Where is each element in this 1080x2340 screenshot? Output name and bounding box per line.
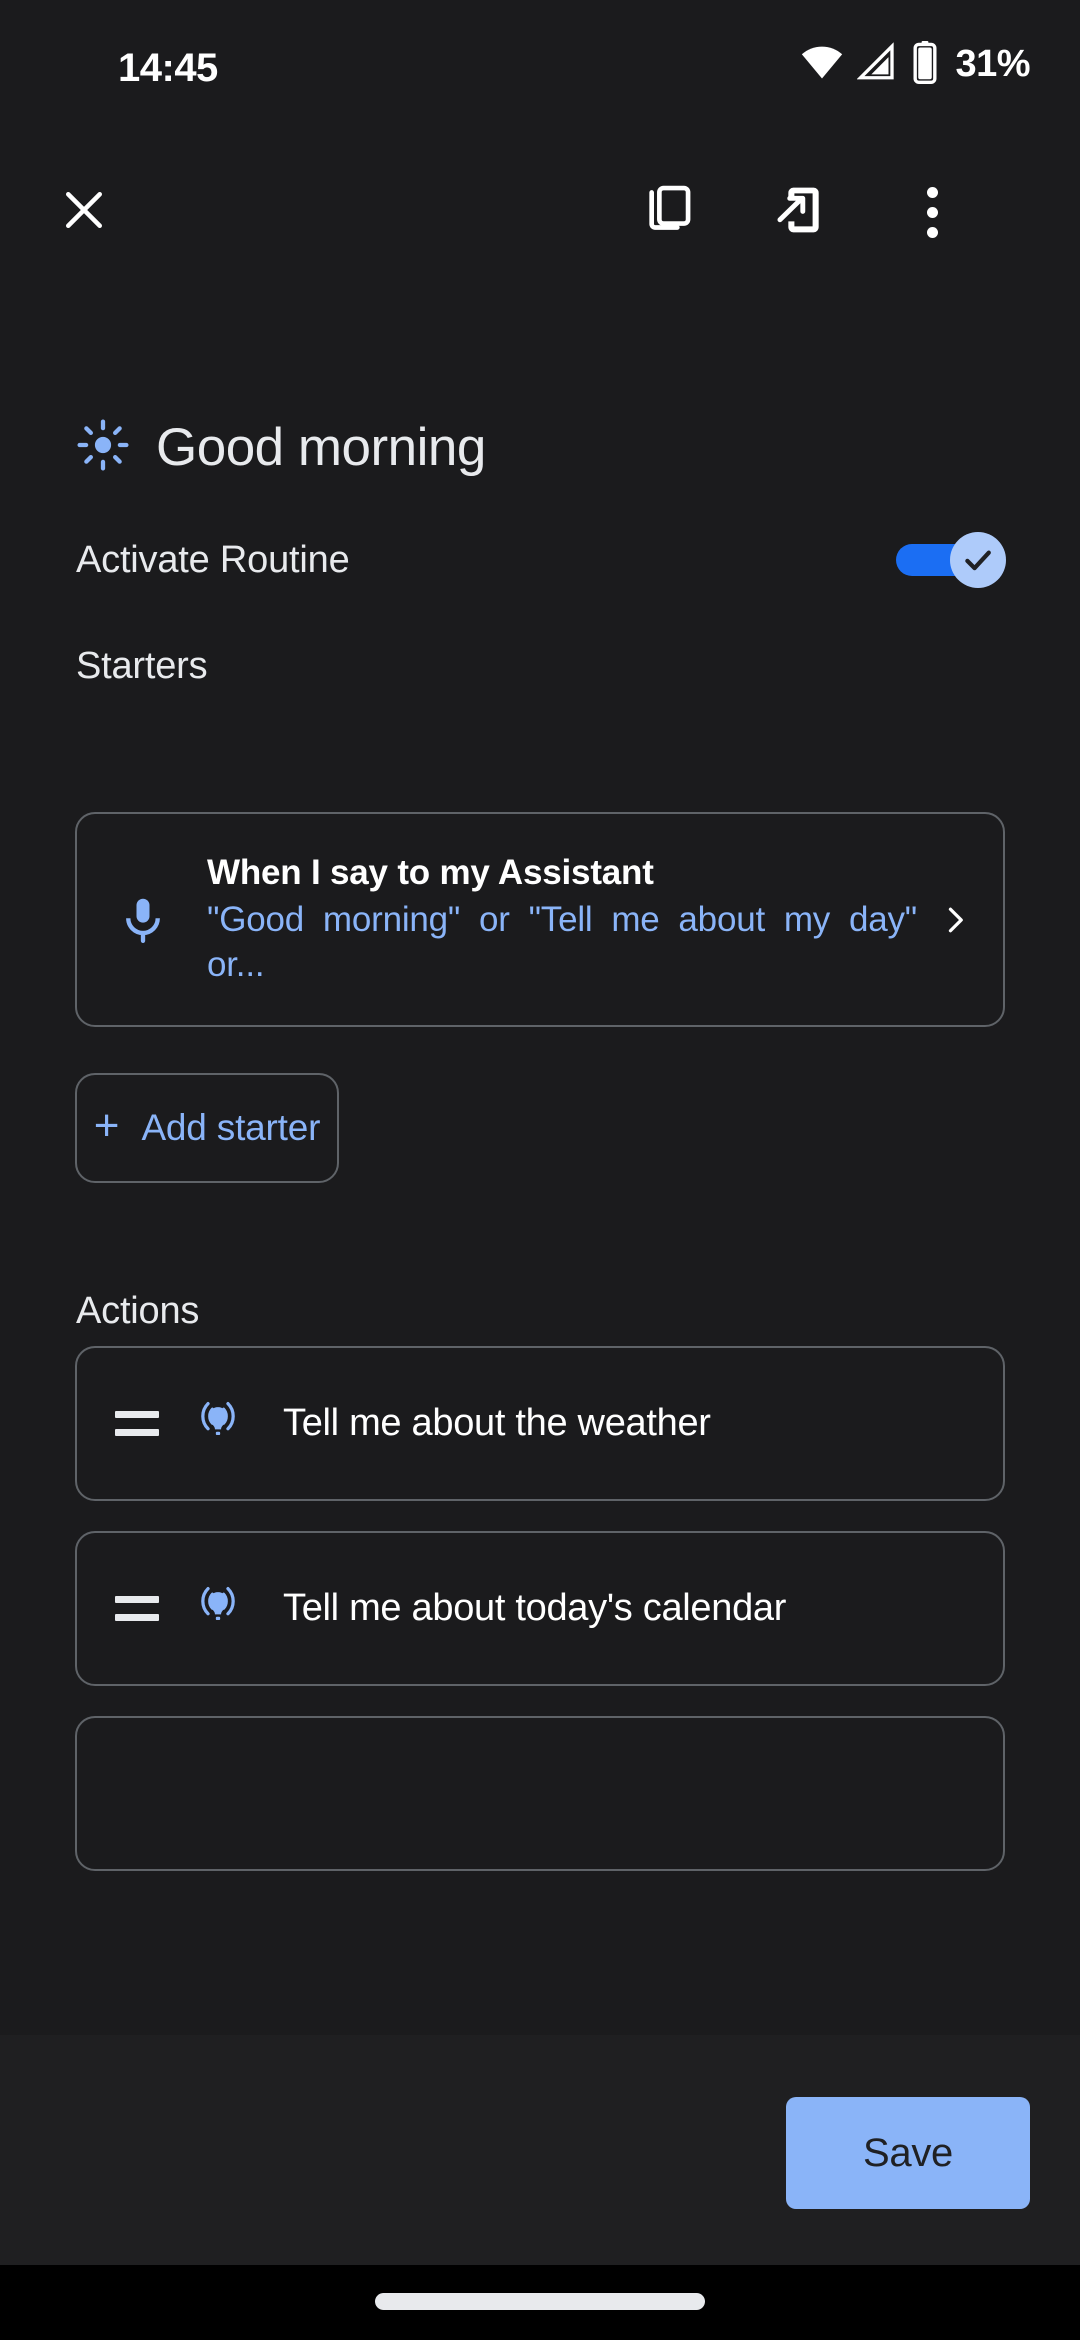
status-bar-clock: 14:45	[118, 46, 218, 90]
actions-section-label: Actions	[76, 1290, 200, 1332]
toggle-thumb	[950, 532, 1006, 588]
phone-screen: 14:45 31% Good morning Activate Routine …	[0, 0, 1080, 2340]
action-label: Tell me about the weather	[283, 1402, 711, 1444]
action-card[interactable]: Tell me about today's calendar	[75, 1531, 1005, 1686]
bottom-action-bar: Save	[0, 2035, 1080, 2265]
duplicate-icon	[640, 182, 696, 243]
system-navigation-bar	[0, 2265, 1080, 2340]
routine-content: Good morning Activate Routine Starters W…	[0, 290, 1080, 2035]
close-button[interactable]	[36, 164, 132, 260]
action-card[interactable]: Tell me about the weather	[75, 1346, 1005, 1501]
routine-header: Good morning	[76, 418, 486, 477]
starter-subtitle: "Good morning" or "Tell me about my day"…	[207, 900, 917, 984]
starter-text-block: When I say to my Assistant "Good morning…	[181, 851, 937, 987]
add-starter-label: Add starter	[141, 1107, 321, 1148]
more-options-icon	[926, 186, 938, 238]
chevron-right-icon[interactable]	[937, 903, 973, 937]
assistant-broadcast-icon	[179, 1583, 257, 1635]
action-label: Tell me about today's calendar	[283, 1587, 787, 1629]
wifi-icon	[800, 40, 844, 89]
starters-section-label: Starters	[76, 645, 208, 687]
activate-routine-toggle[interactable]	[896, 532, 1006, 588]
starter-title: When I say to my Assistant	[207, 853, 654, 893]
status-bar-icons: 31%	[800, 40, 1030, 89]
add-starter-button[interactable]: + Add starter	[75, 1073, 339, 1183]
duplicate-button[interactable]	[620, 164, 716, 260]
page-title: Good morning	[156, 418, 486, 477]
drag-handle-icon[interactable]	[109, 1596, 165, 1621]
drag-handle-icon[interactable]	[109, 1411, 165, 1436]
status-bar: 14:45 31%	[0, 0, 1080, 118]
more-options-button[interactable]	[884, 164, 980, 260]
cellular-signal-icon	[856, 41, 899, 88]
send-to-phone-icon	[772, 182, 828, 243]
assistant-broadcast-icon	[179, 1398, 257, 1450]
starter-card[interactable]: When I say to my Assistant "Good morning…	[75, 812, 1005, 1027]
gesture-home-pill[interactable]	[375, 2293, 705, 2310]
microphone-icon	[105, 894, 181, 946]
check-icon	[965, 550, 991, 571]
plus-icon: +	[93, 1101, 120, 1150]
activate-routine-row[interactable]: Activate Routine	[76, 525, 1006, 595]
battery-percent-label: 31%	[955, 43, 1030, 85]
close-icon	[57, 183, 111, 242]
app-bar	[0, 150, 1080, 290]
save-button[interactable]: Save	[786, 2097, 1030, 2209]
sunrise-icon	[76, 418, 130, 477]
battery-icon	[912, 40, 938, 89]
activate-routine-label: Activate Routine	[76, 538, 350, 581]
action-card[interactable]	[75, 1716, 1005, 1871]
send-to-phone-button[interactable]	[752, 164, 848, 260]
